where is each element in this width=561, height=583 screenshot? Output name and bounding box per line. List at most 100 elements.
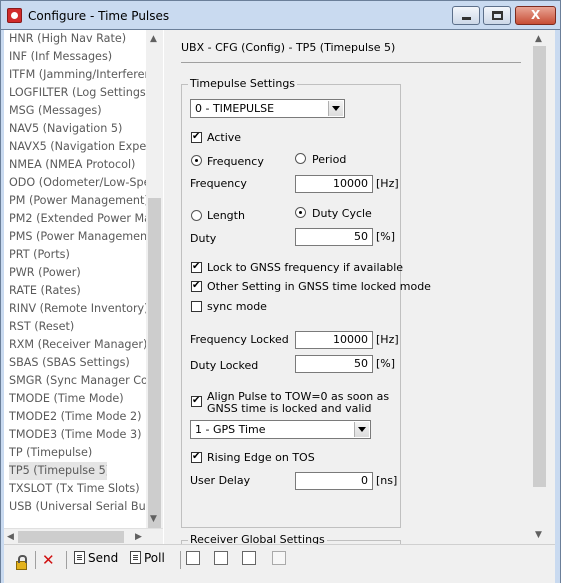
window-frame-right bbox=[555, 30, 561, 583]
scroll-left-icon[interactable]: ◀ bbox=[7, 532, 14, 542]
chevron-down-icon[interactable] bbox=[328, 101, 343, 116]
frequency-input[interactable]: 10000 bbox=[295, 175, 373, 193]
list-item[interactable]: NAVX5 (Navigation Expert) bbox=[9, 138, 151, 156]
send-button[interactable]: Send bbox=[74, 551, 118, 571]
duty-input[interactable]: 50 bbox=[295, 228, 373, 246]
frequency-locked-input[interactable]: 10000 bbox=[295, 331, 373, 349]
maximize-button[interactable] bbox=[483, 6, 511, 25]
active-checkbox[interactable] bbox=[191, 130, 202, 143]
close-button[interactable]: X bbox=[515, 6, 556, 25]
magic-wand-icon bbox=[186, 551, 200, 565]
list-item[interactable]: TXSLOT (Tx Time Slots) bbox=[9, 480, 151, 498]
user-delay-unit: [ns] bbox=[376, 474, 398, 487]
scroll-down-icon[interactable]: ▼ bbox=[535, 530, 542, 540]
duty-cycle-radio[interactable] bbox=[295, 207, 306, 218]
frequency-unit: [Hz] bbox=[376, 177, 399, 190]
list-item[interactable]: ITFM (Jamming/Interference) bbox=[9, 66, 151, 84]
copy-button[interactable] bbox=[214, 551, 228, 571]
list-item[interactable]: MSG (Messages) bbox=[9, 102, 151, 120]
list-item[interactable]: PWR (Power) bbox=[9, 264, 151, 282]
panel-scroll-thumb[interactable] bbox=[533, 46, 546, 487]
list-item[interactable]: TMODE (Time Mode) bbox=[9, 390, 151, 408]
config-tool-button[interactable] bbox=[186, 551, 200, 571]
list-item[interactable]: RINV (Remote Inventory) bbox=[9, 300, 151, 318]
list-item[interactable]: LOGFILTER (Log Settings) bbox=[9, 84, 151, 102]
list-item[interactable]: TMODE3 (Time Mode 3) bbox=[9, 426, 151, 444]
frequency-radio-label: Frequency bbox=[207, 155, 264, 168]
minimize-button[interactable] bbox=[452, 6, 480, 25]
poll-button[interactable]: Poll bbox=[130, 551, 165, 571]
active-label: Active bbox=[207, 131, 242, 144]
list-vertical-scrollbar[interactable]: ▲ ▼ bbox=[146, 30, 163, 542]
list-hscroll-thumb[interactable] bbox=[18, 531, 124, 543]
duty-locked-label: Duty Locked bbox=[190, 359, 259, 372]
list-item[interactable]: TP (Timepulse) bbox=[9, 444, 151, 462]
app-icon[interactable] bbox=[7, 8, 22, 23]
lock-gnss-label: Lock to GNSS frequency if available bbox=[207, 261, 404, 274]
sync-mode-label: sync mode bbox=[207, 300, 267, 313]
list-item[interactable]: RATE (Rates) bbox=[9, 282, 151, 300]
frequency-locked-unit: [Hz] bbox=[376, 333, 399, 346]
align-pulse-checkbox[interactable] bbox=[191, 394, 202, 407]
list-item[interactable]: PM (Power Management) bbox=[9, 192, 151, 210]
save-button[interactable] bbox=[272, 551, 286, 571]
frequency-radio[interactable] bbox=[191, 155, 202, 166]
length-radio[interactable] bbox=[191, 210, 202, 221]
scroll-right-icon[interactable]: ▶ bbox=[135, 532, 142, 542]
list-item[interactable]: ODO (Odometer/Low-Speed) bbox=[9, 174, 151, 192]
timepulse-select-value: 0 - TIMEPULSE bbox=[195, 102, 275, 115]
timepulse-select[interactable]: 0 - TIMEPULSE bbox=[190, 99, 345, 118]
lock-button[interactable] bbox=[12, 551, 30, 571]
period-radio-label: Period bbox=[312, 153, 347, 166]
scroll-down-icon[interactable]: ▼ bbox=[150, 514, 157, 524]
list-item[interactable]: NAV5 (Navigation 5) bbox=[9, 120, 151, 138]
other-setting-checkbox[interactable] bbox=[191, 279, 202, 292]
poll-icon bbox=[130, 551, 141, 564]
list-item[interactable]: PRT (Ports) bbox=[9, 246, 151, 264]
list-item[interactable]: USB (Universal Serial Bus) bbox=[9, 498, 151, 516]
list-item[interactable]: TMODE2 (Time Mode 2) bbox=[9, 408, 151, 426]
duty-cycle-radio-label: Duty Cycle bbox=[312, 207, 372, 220]
list-item[interactable]: SMGR (Sync Manager Config) bbox=[9, 372, 151, 390]
group-title: Timepulse Settings bbox=[188, 77, 298, 90]
rising-edge-checkbox[interactable] bbox=[191, 450, 202, 463]
bottom-toolbar: ✕ Send Poll bbox=[4, 544, 555, 583]
scroll-up-icon[interactable]: ▲ bbox=[150, 34, 157, 44]
group-title: Receiver Global Settings bbox=[188, 533, 327, 544]
lock-gnss-checkbox[interactable] bbox=[191, 260, 202, 273]
list-item[interactable]: RXM (Receiver Manager) bbox=[9, 336, 151, 354]
list-item[interactable]: NMEA (NMEA Protocol) bbox=[9, 156, 151, 174]
scroll-up-icon[interactable]: ▲ bbox=[535, 34, 542, 44]
list-item[interactable]: PMS (Power Management Setup) bbox=[9, 228, 151, 246]
list-item[interactable]: INF (Inf Messages) bbox=[9, 48, 151, 66]
list-item[interactable]: HNR (High Nav Rate) bbox=[9, 30, 151, 48]
list-horizontal-scrollbar[interactable]: ◀ ▶ bbox=[4, 528, 163, 545]
load-button[interactable] bbox=[242, 551, 256, 571]
minimize-icon bbox=[462, 17, 471, 20]
duty-label: Duty bbox=[190, 232, 217, 245]
toolbar-divider bbox=[66, 551, 67, 569]
send-icon bbox=[74, 551, 85, 564]
timebase-select-value: 1 - GPS Time bbox=[195, 423, 266, 436]
other-setting-label: Other Setting in GNSS time locked mode bbox=[207, 280, 431, 293]
frequency-locked-label: Frequency Locked bbox=[190, 333, 289, 346]
period-radio[interactable] bbox=[295, 153, 306, 164]
list-scroll-thumb[interactable] bbox=[148, 198, 161, 542]
panel-vertical-scrollbar[interactable]: ▲ ▼ bbox=[531, 30, 548, 544]
timebase-select[interactable]: 1 - GPS Time bbox=[190, 420, 371, 439]
revert-button[interactable]: ✕ bbox=[42, 551, 55, 571]
list-item-selected[interactable]: TP5 (Timepulse 5) bbox=[9, 462, 107, 480]
x-icon: ✕ bbox=[42, 551, 55, 569]
list-item[interactable]: RST (Reset) bbox=[9, 318, 151, 336]
duty-locked-unit: [%] bbox=[376, 357, 396, 370]
list-item[interactable]: PM2 (Extended Power Management) bbox=[9, 210, 151, 228]
sync-mode-checkbox[interactable] bbox=[191, 301, 202, 312]
title-bar[interactable]: Configure - Time Pulses X bbox=[0, 0, 561, 30]
message-list[interactable]: HNR (High Nav Rate) INF (Inf Messages) I… bbox=[4, 30, 163, 544]
close-icon: X bbox=[531, 8, 541, 22]
list-item[interactable]: SBAS (SBAS Settings) bbox=[9, 354, 151, 372]
duty-locked-input[interactable]: 50 bbox=[295, 355, 373, 373]
user-delay-input[interactable]: 0 bbox=[295, 472, 373, 490]
maximize-icon bbox=[492, 11, 503, 20]
chevron-down-icon[interactable] bbox=[354, 422, 369, 437]
